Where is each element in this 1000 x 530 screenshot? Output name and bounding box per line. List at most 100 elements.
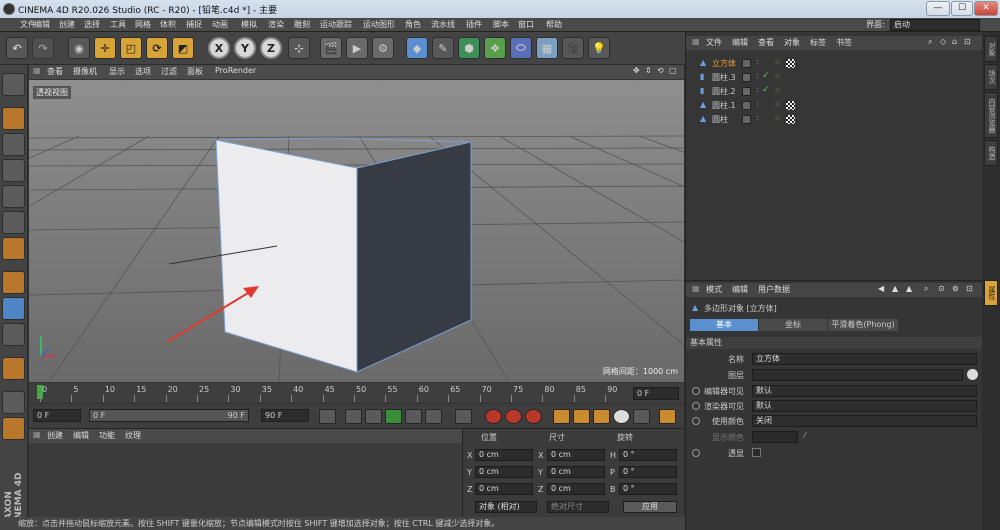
layer-toggle-icon[interactable] (742, 59, 751, 68)
light-icon[interactable]: 💡 (588, 37, 610, 59)
object-row[interactable]: ▲ 圆柱: ⁘ (686, 113, 983, 126)
visibility-dots-icon[interactable]: : (756, 113, 759, 122)
record-keys-icon[interactable] (485, 409, 502, 424)
render-view-icon[interactable]: 🎬 (320, 37, 342, 59)
x-axis-lock-icon[interactable]: X (208, 37, 230, 59)
attribute-pin-icon[interactable]: ⊚ (952, 284, 959, 293)
pen-icon[interactable]: ✎ (432, 37, 454, 59)
viewport-menu-view[interactable]: 查看 (47, 66, 63, 77)
key-rotation-icon[interactable] (593, 409, 610, 424)
undo-icon[interactable]: ↶ (6, 37, 28, 59)
go-to-end-icon[interactable] (455, 409, 472, 424)
object-menu-view[interactable]: 查看 (758, 37, 774, 48)
object-row[interactable]: ▮ 圆柱.2: ✓ ⁘ (686, 85, 983, 98)
viewport-menu-panel[interactable]: 面板 (187, 66, 203, 77)
object-row[interactable]: ▲ 立方体: ⁘ (686, 57, 983, 70)
live-select-icon[interactable]: ◉ (68, 37, 90, 59)
menu-select[interactable]: 选择 (84, 19, 100, 30)
lock-workplane-icon[interactable] (2, 391, 25, 414)
redo-icon[interactable]: ↷ (32, 37, 54, 59)
viewport-move-icon[interactable]: ✥ (633, 66, 640, 75)
side-tab-structure[interactable]: 构造 (984, 140, 998, 166)
material-menu-create[interactable]: 创建 (47, 430, 63, 441)
edges-mode-icon[interactable] (2, 211, 25, 234)
timeline-window-icon[interactable] (659, 409, 676, 424)
side-tab-content-browser[interactable]: 内容浏览器 (984, 92, 998, 138)
camera-icon[interactable]: 🎥 (562, 37, 584, 59)
menu-render[interactable]: 渲染 (268, 19, 284, 30)
coord-mode-dropdown[interactable]: 对象 (相对) (475, 501, 537, 513)
viewport-menu-filter[interactable]: 过滤 (161, 66, 177, 77)
layer-toggle-icon[interactable] (742, 87, 751, 96)
y-axis-lock-icon[interactable]: Y (234, 37, 256, 59)
side-tab-objects[interactable]: 对象 (984, 36, 998, 62)
attribute-search-icon[interactable]: ⌕ (924, 284, 928, 294)
attr-render-visible-dropdown[interactable]: 默认 (752, 400, 977, 412)
menu-help[interactable]: 帮助 (546, 19, 562, 30)
attr-name-input[interactable]: 立方体 (752, 353, 977, 365)
object-menu-edit[interactable]: 编辑 (732, 37, 748, 48)
auto-key-icon[interactable] (505, 409, 522, 424)
key-position-icon[interactable] (553, 409, 570, 424)
tab-coord[interactable]: 坐标 (759, 319, 827, 331)
tab-phong[interactable]: 平滑着色(Phong) (828, 319, 898, 331)
menu-character[interactable]: 角色 (405, 19, 421, 30)
visibility-dots-icon[interactable]: : (756, 71, 759, 80)
coordinate-system-icon[interactable]: ⊹ (288, 37, 310, 59)
object-row[interactable]: ▲ 圆柱.1: ⁘ (686, 99, 983, 112)
viewport-menu-options[interactable]: 选项 (135, 66, 151, 77)
play-icon[interactable] (385, 409, 402, 424)
menu-window[interactable]: 窗口 (518, 19, 534, 30)
attribute-up-icon[interactable]: ▲ (892, 284, 898, 293)
attribute-menu-edit[interactable]: 编辑 (732, 284, 748, 295)
viewport-toggle-icon[interactable]: ▢ (669, 66, 677, 75)
workplane-icon[interactable] (2, 159, 25, 182)
enabled-check-icon[interactable]: ✓ (762, 71, 770, 81)
phong-tag-icon[interactable]: ⁘ (774, 72, 781, 81)
rotate-icon[interactable]: ⟳ (146, 37, 168, 59)
coord-size-y[interactable]: 0 cm (547, 466, 605, 478)
menu-sculpt[interactable]: 雕刻 (294, 19, 310, 30)
menu-animate[interactable]: 动画 (212, 19, 228, 30)
coord-rot-p[interactable]: 0 ° (619, 466, 677, 478)
deformer-icon[interactable]: ⬭ (510, 37, 532, 59)
attribute-back-icon[interactable]: ◀ (878, 284, 884, 293)
minimize-button[interactable]: — (926, 1, 950, 16)
coord-rot-b[interactable]: 0 ° (619, 483, 677, 495)
tweak-mode-icon[interactable] (2, 297, 25, 320)
perspective-viewport[interactable]: 透视视图 网格间距：1000 cm (29, 80, 684, 382)
menu-motion-tracking[interactable]: 运动跟踪 (320, 19, 352, 30)
points-mode-icon[interactable] (2, 185, 25, 208)
frame-range-slider[interactable]: 0 F 90 F (89, 409, 249, 422)
array-icon[interactable]: ❖ (484, 37, 506, 59)
xray-checkbox[interactable] (752, 448, 761, 457)
viewport-zoom-icon[interactable]: ⇕ (645, 66, 652, 75)
object-menu-objects[interactable]: 对象 (784, 37, 800, 48)
attribute-menu-userdata[interactable]: 用户数据 (758, 284, 790, 295)
maximize-button[interactable]: ☐ (951, 1, 973, 16)
floor-icon[interactable]: ▦ (536, 37, 558, 59)
coord-pos-y[interactable]: 0 cm (475, 466, 533, 478)
snap-icon[interactable] (2, 357, 25, 380)
phong-tag-icon[interactable]: ⁘ (774, 100, 781, 109)
cube-object[interactable] (215, 137, 472, 373)
phong-tag-icon[interactable]: ⁘ (774, 86, 781, 95)
object-filter-icon[interactable]: ◇ (940, 37, 946, 46)
phong-tag-icon[interactable]: ⁘ (774, 114, 781, 123)
attribute-lock-icon[interactable]: ⊙ (938, 284, 945, 293)
object-menu-file[interactable]: 文件 (706, 37, 722, 48)
menu-simulate[interactable]: 模拟 (241, 19, 257, 30)
material-menu-edit[interactable]: 编辑 (73, 430, 89, 441)
display-color-swatch[interactable] (752, 431, 798, 443)
key-scale-icon[interactable] (573, 409, 590, 424)
object-new-view-icon[interactable]: ⊡ (964, 37, 971, 46)
cube-icon[interactable]: ◆ (406, 37, 428, 59)
viewport-menu-prorender[interactable]: ProRender (215, 66, 256, 75)
side-tab-takes[interactable]: 场次 (984, 64, 998, 90)
menu-pipeline[interactable]: 流水线 (431, 19, 455, 30)
visibility-dots-icon[interactable]: : (756, 99, 759, 108)
scale-icon[interactable]: ◰ (120, 37, 142, 59)
material-menu-function[interactable]: 功能 (99, 430, 115, 441)
menu-mograph[interactable]: 运动图形 (363, 19, 395, 30)
material-menu-texture[interactable]: 纹理 (125, 430, 141, 441)
